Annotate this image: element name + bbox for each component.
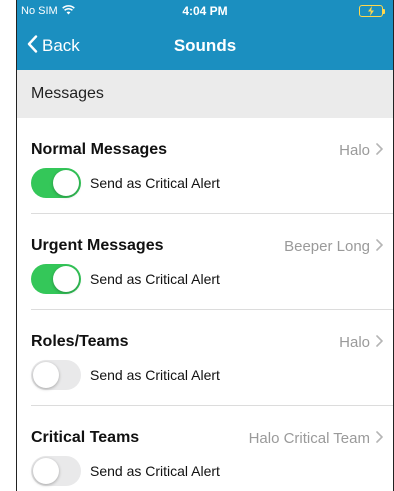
phone-screen: No SIM 4:04 PM Back Sounds Messages Norm… — [16, 0, 394, 491]
toggle-label: Send as Critical Alert — [90, 271, 220, 287]
chevron-right-icon — [376, 430, 383, 447]
critical-alert-toggle-roles-teams[interactable] — [31, 360, 81, 390]
row-title: Normal Messages — [31, 141, 168, 158]
critical-alert-toggle-critical-teams[interactable] — [31, 456, 81, 486]
selected-sound: Halo — [339, 333, 370, 351]
sound-row-urgent-messages: Urgent Messages Beeper Long Send as Crit… — [17, 214, 393, 310]
row-title: Roles/Teams — [31, 333, 129, 350]
chevron-right-icon — [376, 142, 383, 159]
wifi-icon — [61, 4, 75, 18]
sound-picker-normal-messages[interactable]: Halo — [339, 142, 383, 159]
critical-alert-toggle-normal-messages[interactable] — [31, 168, 81, 198]
sound-row-normal-messages: Normal Messages Halo Send as Critical Al… — [17, 118, 393, 214]
selected-sound: Beeper Long — [284, 237, 370, 255]
toggle-label: Send as Critical Alert — [90, 175, 220, 191]
back-label: Back — [42, 36, 80, 55]
status-left: No SIM — [21, 4, 75, 18]
critical-alert-setting: Send as Critical Alert — [31, 456, 383, 486]
chevron-left-icon — [27, 34, 38, 58]
sound-picker-urgent-messages[interactable]: Beeper Long — [284, 238, 383, 255]
critical-alert-setting: Send as Critical Alert — [31, 360, 383, 390]
navigation-bar: Back Sounds — [17, 22, 393, 70]
critical-alert-setting: Send as Critical Alert — [31, 264, 383, 294]
selected-sound: Halo — [339, 141, 370, 159]
toggle-knob — [53, 266, 79, 292]
toggle-knob — [33, 458, 59, 484]
section-header-messages: Messages — [17, 70, 393, 118]
row-header: Normal Messages Halo — [31, 118, 383, 160]
row-header: Critical Teams Halo Critical Team — [31, 406, 383, 448]
sound-settings-list: Normal Messages Halo Send as Critical Al… — [17, 118, 393, 491]
status-bar: No SIM 4:04 PM — [17, 0, 393, 22]
sound-row-critical-teams: Critical Teams Halo Critical Team Send a… — [17, 406, 393, 491]
sound-picker-roles-teams[interactable]: Halo — [339, 334, 383, 351]
row-header: Roles/Teams Halo — [31, 310, 383, 352]
toggle-knob — [33, 362, 59, 388]
row-header: Urgent Messages Beeper Long — [31, 214, 383, 256]
toggle-label: Send as Critical Alert — [90, 463, 220, 479]
toggle-label: Send as Critical Alert — [90, 367, 220, 383]
row-title: Urgent Messages — [31, 237, 164, 254]
row-title: Critical Teams — [31, 429, 140, 446]
back-button[interactable]: Back — [17, 34, 80, 58]
sound-row-roles-teams: Roles/Teams Halo Send as Critical Alert — [17, 310, 393, 406]
toggle-knob — [53, 170, 79, 196]
critical-alert-toggle-urgent-messages[interactable] — [31, 264, 81, 294]
selected-sound: Halo Critical Team — [248, 429, 370, 447]
charging-battery-icon — [359, 5, 385, 17]
carrier-label: No SIM — [21, 5, 58, 17]
sound-picker-critical-teams[interactable]: Halo Critical Team — [249, 430, 383, 447]
critical-alert-setting: Send as Critical Alert — [31, 168, 383, 198]
chevron-right-icon — [376, 238, 383, 255]
chevron-right-icon — [376, 334, 383, 351]
section-header-label: Messages — [31, 85, 104, 102]
